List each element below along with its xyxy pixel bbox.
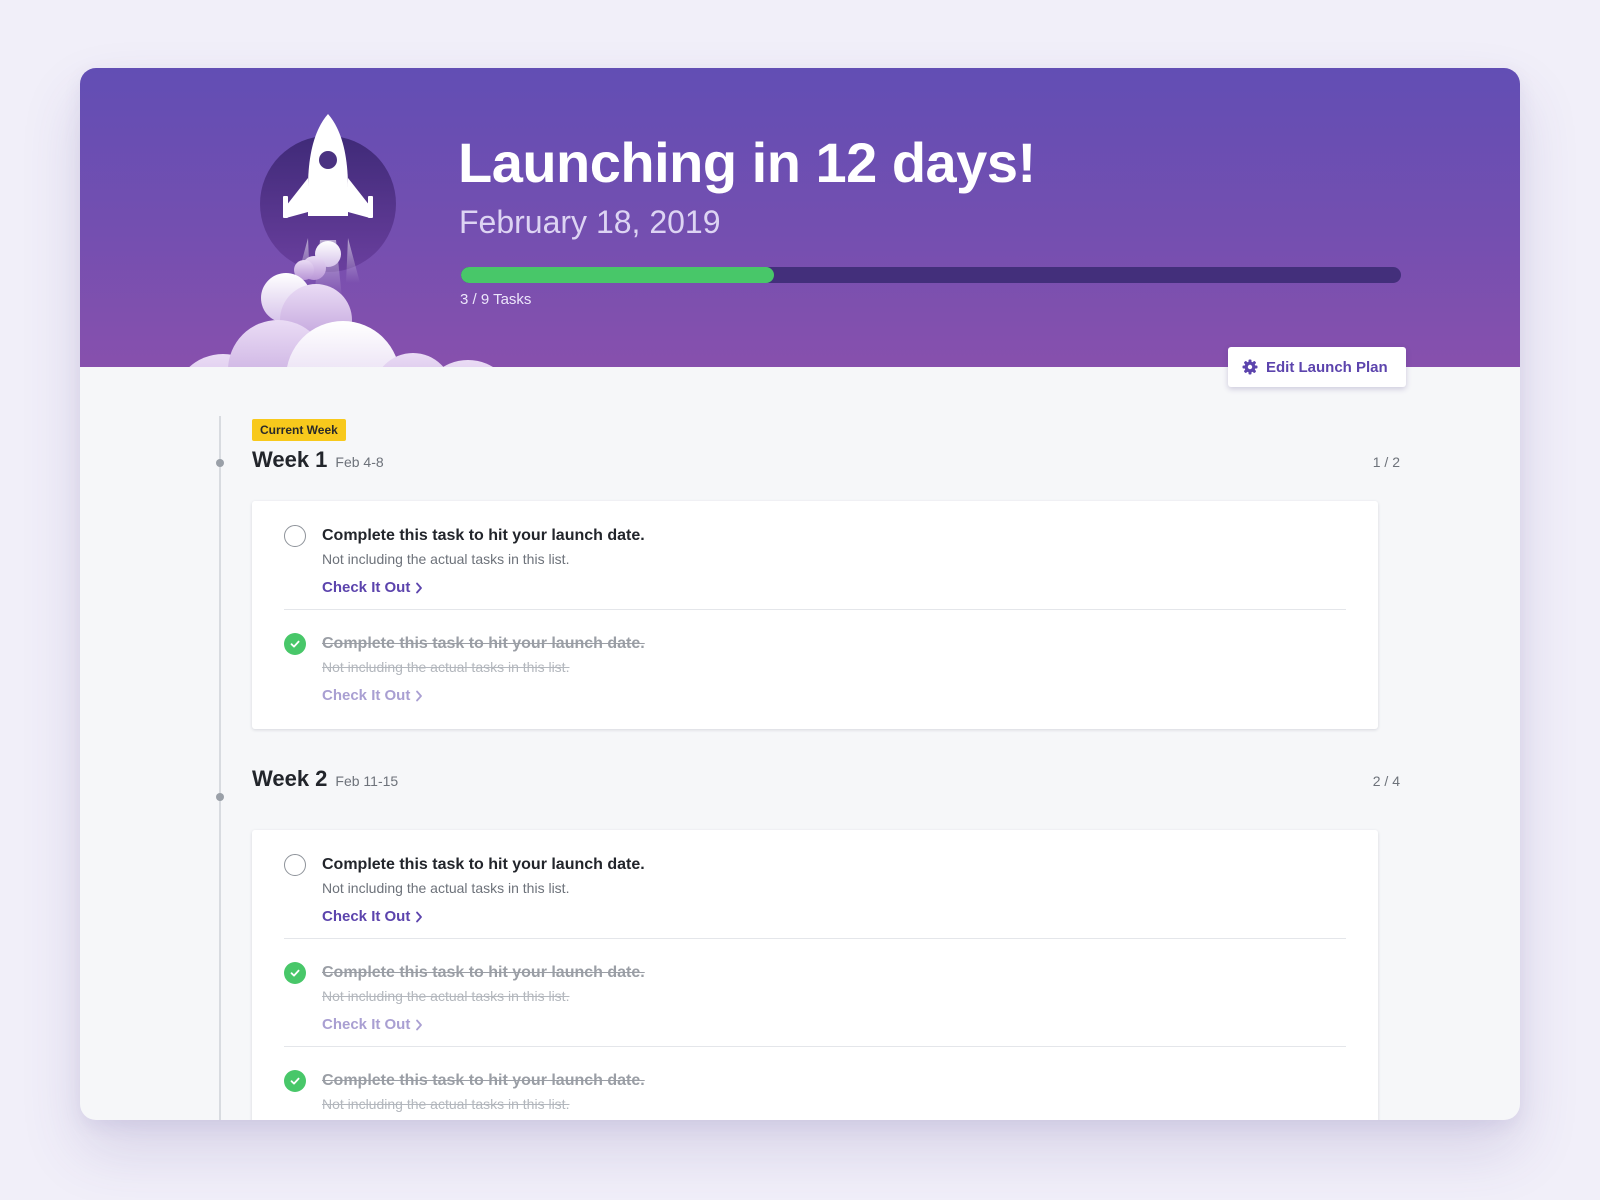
checkmark-icon bbox=[290, 969, 300, 977]
check-it-out-link[interactable]: Check It Out bbox=[322, 908, 423, 925]
task-description: Not including the actual tasks in this l… bbox=[322, 988, 570, 1004]
task-checkbox[interactable] bbox=[284, 525, 306, 547]
task-progress-label: 3 / 9 Tasks bbox=[460, 291, 532, 308]
week-2-task-count: 2 / 4 bbox=[1372, 773, 1400, 789]
week-2-task-card: Complete this task to hit your launch da… bbox=[252, 830, 1378, 1120]
week-1-dates: Feb 4-8 bbox=[335, 454, 384, 470]
check-it-out-label: Check It Out bbox=[322, 1016, 411, 1033]
task-title: Complete this task to hit your launch da… bbox=[322, 635, 645, 652]
week-2-header: Week 2 Feb 11-15 bbox=[252, 766, 398, 792]
edit-launch-plan-label: Edit Launch Plan bbox=[1266, 358, 1388, 376]
edit-launch-plan-button[interactable]: Edit Launch Plan bbox=[1228, 347, 1406, 387]
rocket-icon bbox=[189, 114, 493, 367]
task-checkbox-checked[interactable] bbox=[284, 1070, 306, 1092]
check-it-out-link[interactable]: Check It Out bbox=[322, 579, 423, 596]
task-item-completed: Complete this task to hit your launch da… bbox=[252, 1046, 1378, 1120]
task-title: Complete this task to hit your launch da… bbox=[322, 964, 645, 981]
chevron-right-icon bbox=[416, 582, 423, 593]
task-description: Not including the actual tasks in this l… bbox=[322, 551, 570, 567]
launch-plan-window: Launching in 12 days! February 18, 2019 … bbox=[80, 68, 1520, 1120]
timeline-dot-week-1 bbox=[216, 459, 224, 467]
gear-icon bbox=[1242, 359, 1258, 375]
timeline-dot-week-2 bbox=[216, 793, 224, 801]
task-checkbox-checked[interactable] bbox=[284, 633, 306, 655]
task-title: Complete this task to hit your launch da… bbox=[322, 856, 645, 873]
task-checkbox-checked[interactable] bbox=[284, 962, 306, 984]
task-description: Not including the actual tasks in this l… bbox=[322, 880, 570, 896]
week-2-dates: Feb 11-15 bbox=[335, 773, 399, 789]
check-it-out-label: Check It Out bbox=[322, 908, 411, 925]
check-it-out-link[interactable]: Check It Out bbox=[322, 687, 423, 704]
check-it-out-label: Check It Out bbox=[322, 579, 411, 596]
week-1-title: Week 1 bbox=[252, 447, 328, 472]
task-description: Not including the actual tasks in this l… bbox=[322, 659, 570, 675]
task-item-completed: Complete this task to hit your launch da… bbox=[252, 609, 1378, 717]
chevron-right-icon bbox=[416, 690, 423, 701]
chevron-right-icon bbox=[416, 911, 423, 922]
launch-hero: Launching in 12 days! February 18, 2019 … bbox=[80, 68, 1520, 367]
timeline-line bbox=[219, 416, 221, 1120]
launch-countdown-title: Launching in 12 days! bbox=[458, 131, 1036, 194]
launch-date: February 18, 2019 bbox=[459, 204, 721, 240]
task-title: Complete this task to hit your launch da… bbox=[322, 527, 645, 544]
task-item-completed: Complete this task to hit your launch da… bbox=[252, 938, 1378, 1046]
week-1-header: Week 1 Feb 4-8 bbox=[252, 447, 384, 473]
checkmark-icon bbox=[290, 640, 300, 648]
checkmark-icon bbox=[290, 1077, 300, 1085]
check-it-out-link[interactable]: Check It Out bbox=[322, 1016, 423, 1033]
chevron-right-icon bbox=[416, 1019, 423, 1030]
check-it-out-label: Check It Out bbox=[322, 687, 411, 704]
task-description: Not including the actual tasks in this l… bbox=[322, 1096, 570, 1112]
task-item: Complete this task to hit your launch da… bbox=[252, 501, 1378, 609]
week-2-title: Week 2 bbox=[252, 766, 328, 791]
current-week-badge: Current Week bbox=[252, 419, 346, 441]
task-progress-bar bbox=[461, 267, 1401, 283]
task-checkbox[interactable] bbox=[284, 854, 306, 876]
task-title: Complete this task to hit your launch da… bbox=[322, 1072, 645, 1089]
week-1-task-count: 1 / 2 bbox=[1372, 454, 1400, 470]
task-item: Complete this task to hit your launch da… bbox=[252, 830, 1378, 938]
week-1-task-card: Complete this task to hit your launch da… bbox=[252, 501, 1378, 729]
task-progress-fill bbox=[461, 267, 775, 283]
